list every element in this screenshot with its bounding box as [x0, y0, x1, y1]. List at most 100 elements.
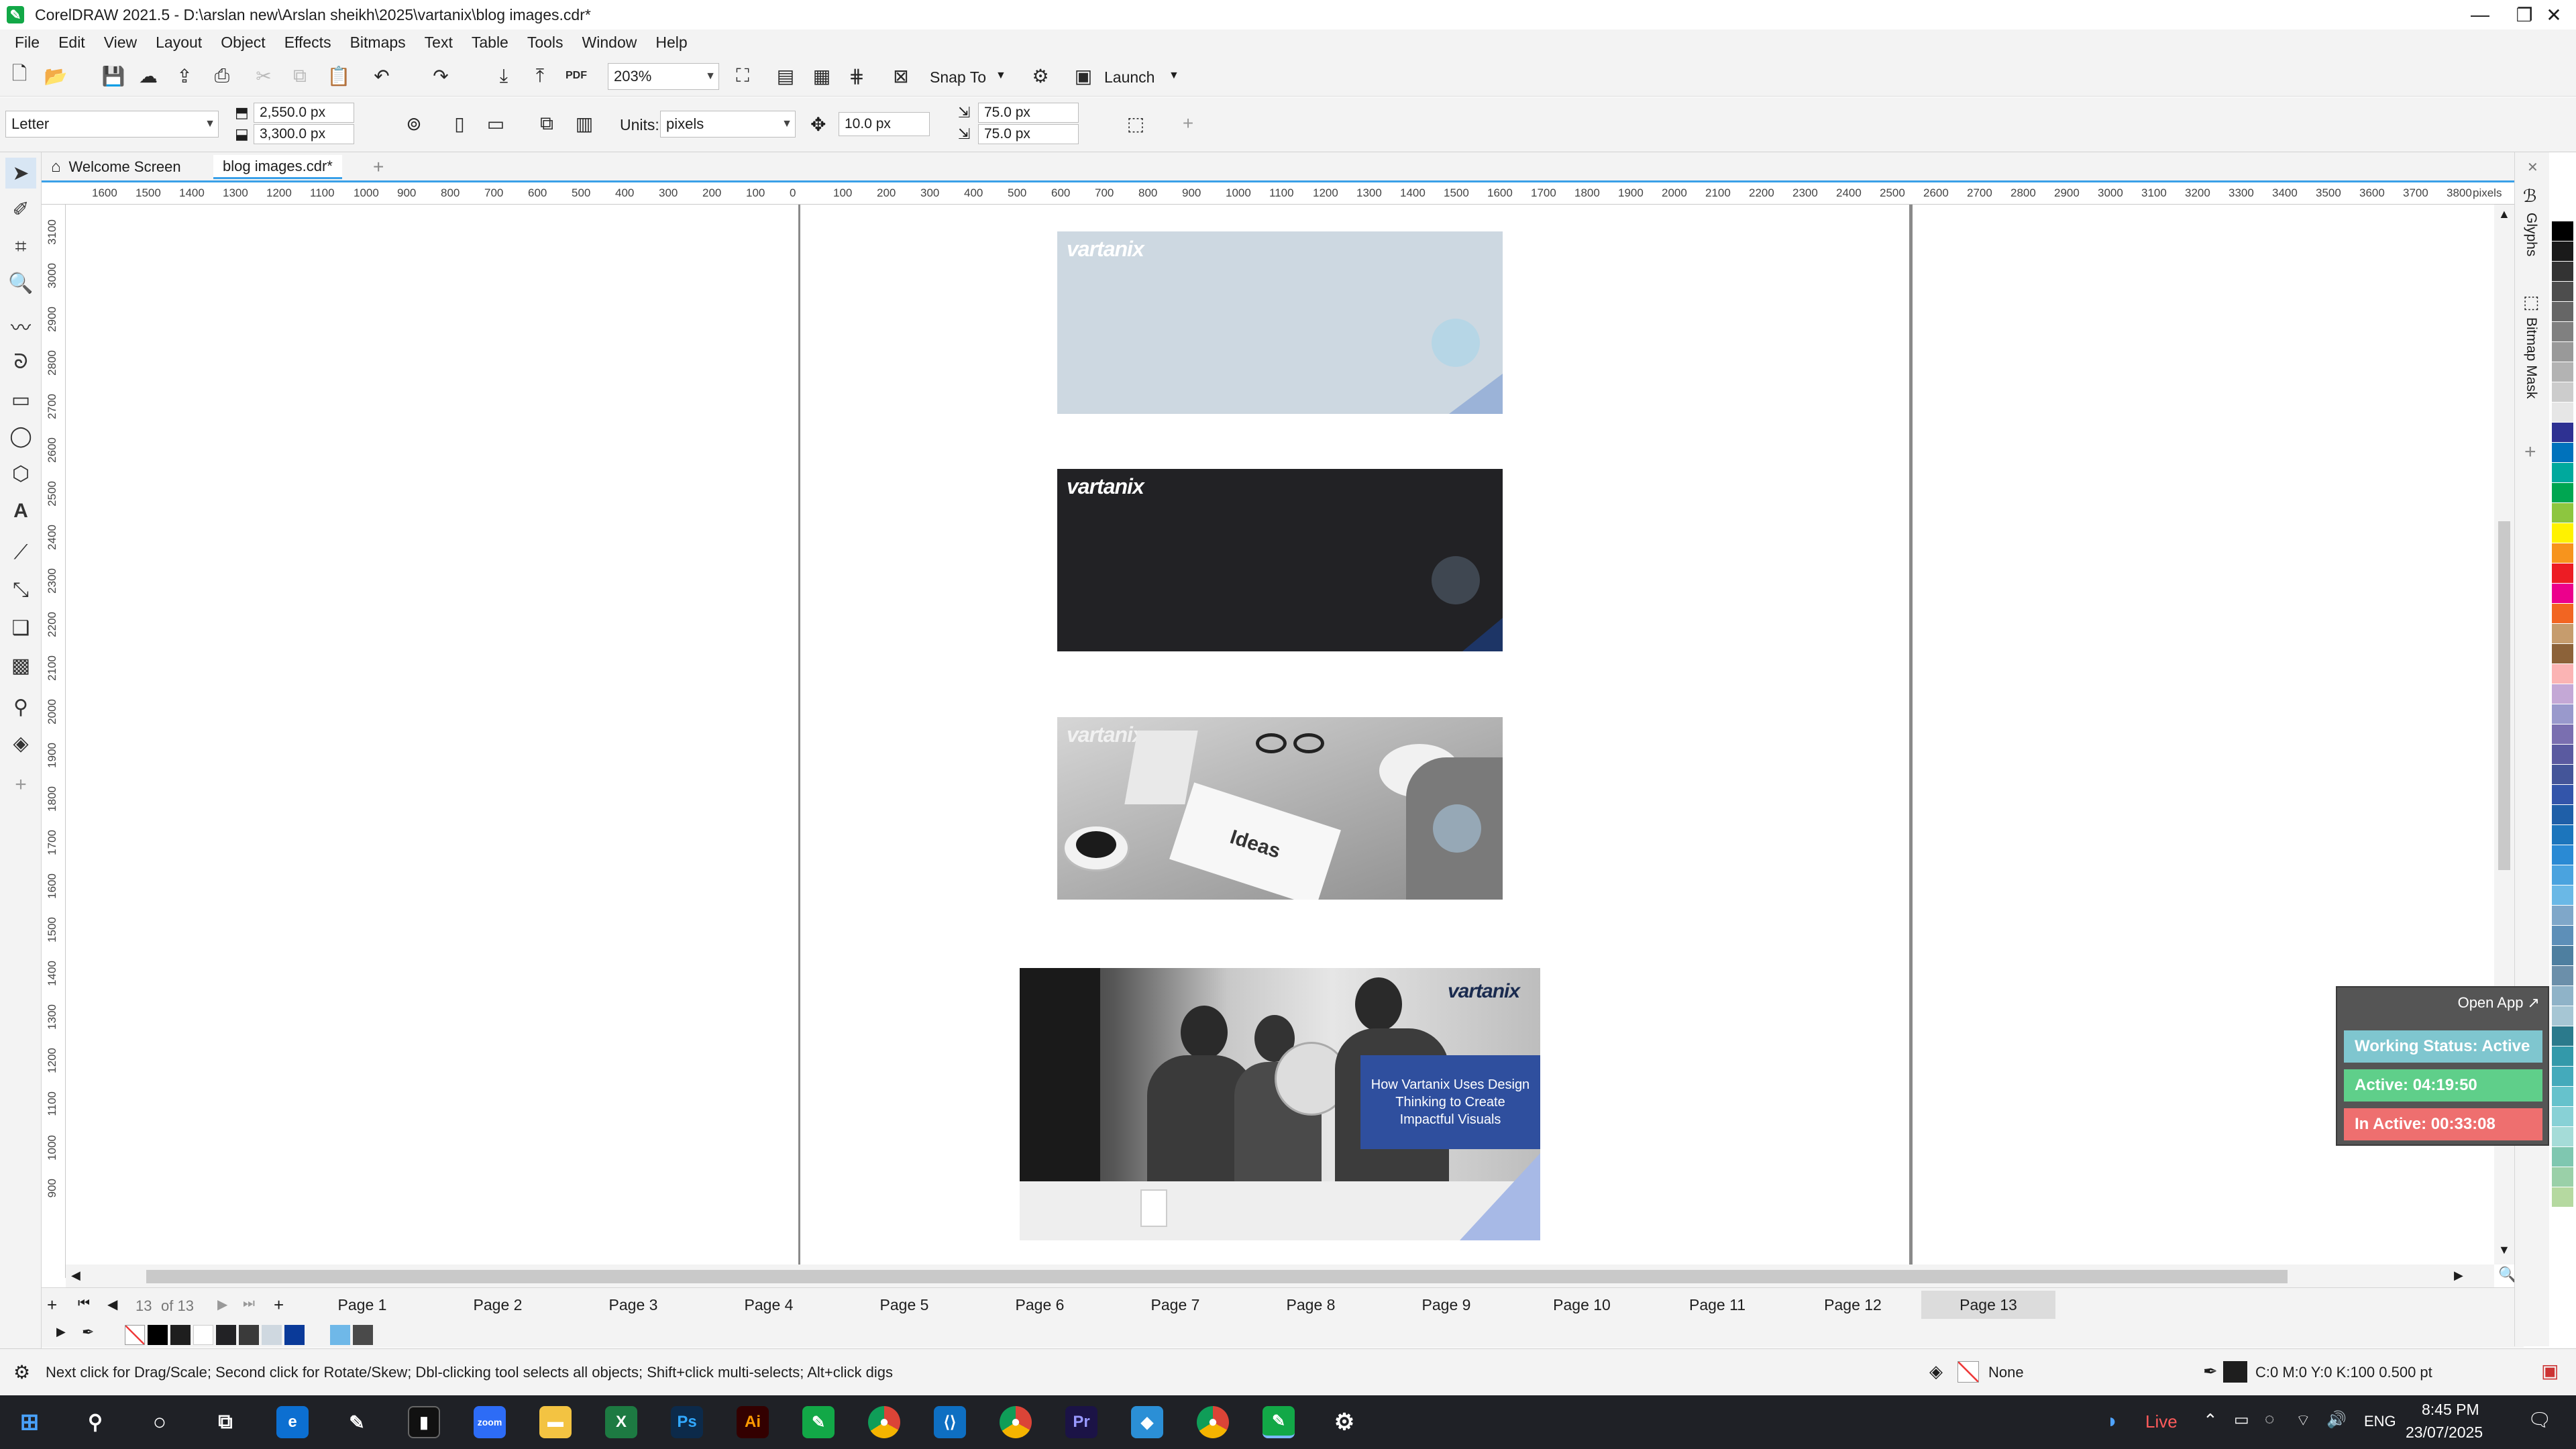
zoom-app-icon[interactable]: zoom: [474, 1406, 506, 1438]
palette-swatch[interactable]: [2552, 684, 2573, 704]
palette-swatch[interactable]: [2552, 564, 2573, 584]
chevron-down-icon[interactable]: ▼: [1169, 70, 1179, 82]
palette-swatch[interactable]: [2552, 423, 2573, 443]
palette-swatch[interactable]: [2552, 1147, 2573, 1167]
settings-icon[interactable]: ⚙: [1328, 1406, 1360, 1438]
bitmap-mask-icon[interactable]: ⬚: [2523, 292, 2540, 313]
fill-icon[interactable]: ◈: [1929, 1361, 1943, 1382]
artistic-media-tool-icon[interactable]: ᘐ: [5, 347, 36, 378]
palette-swatch[interactable]: [2552, 1127, 2573, 1147]
palette-swatch[interactable]: [2552, 443, 2573, 463]
scroll-left-icon[interactable]: ◀: [71, 1269, 80, 1283]
add-page-start-button[interactable]: +: [47, 1295, 57, 1316]
close-docker-icon[interactable]: ✕: [2527, 159, 2538, 176]
menu-window[interactable]: Window: [582, 34, 637, 52]
page-tab-3[interactable]: Page 3: [566, 1291, 700, 1319]
scroll-up-icon[interactable]: ▲: [2498, 207, 2510, 221]
ellipse-tool-icon[interactable]: ◯: [5, 421, 36, 451]
page-tab-5[interactable]: Page 5: [837, 1291, 971, 1319]
cloud-upload-icon[interactable]: ⇪: [170, 62, 199, 90]
menu-file[interactable]: File: [15, 34, 40, 52]
add-icon[interactable]: +: [1174, 109, 1202, 138]
import-icon[interactable]: ⤓: [490, 62, 518, 90]
swatch-light-gray[interactable]: [262, 1325, 282, 1345]
page-tab-12[interactable]: Page 12: [1786, 1291, 1920, 1319]
landscape-icon[interactable]: ▭: [482, 109, 510, 138]
cloud-open-icon[interactable]: ☁: [134, 62, 162, 90]
tab-blog-images[interactable]: blog images.cdr*: [213, 155, 342, 179]
next-page-icon[interactable]: ▶: [217, 1296, 227, 1313]
menu-layout[interactable]: Layout: [156, 34, 202, 52]
add-tool-icon[interactable]: +: [5, 769, 36, 800]
units-dropdown[interactable]: pixels ▼: [660, 111, 796, 138]
menu-object[interactable]: Object: [221, 34, 265, 52]
bitmap-mask-docker-tab[interactable]: Bitmap Mask: [2523, 317, 2539, 398]
pen-icon[interactable]: ✎: [341, 1406, 373, 1438]
palette-swatch[interactable]: [2552, 201, 2573, 221]
launch-dropdown[interactable]: Launch: [1104, 68, 1155, 87]
live-label[interactable]: Live: [2145, 1411, 2178, 1432]
palette-swatch[interactable]: [2552, 745, 2573, 765]
palette-swatch[interactable]: [2552, 785, 2573, 805]
coreldraw-active-icon[interactable]: ✎: [1263, 1406, 1295, 1438]
palette-swatch[interactable]: [2552, 986, 2573, 1006]
color-proof-icon[interactable]: ▣: [2541, 1360, 2559, 1382]
drawing-canvas[interactable]: vartanix vartanix vartanix Ideas vartani…: [66, 205, 2494, 1265]
palette-swatch[interactable]: [2552, 302, 2573, 322]
tab-welcome-screen[interactable]: ⌂ Welcome Screen: [42, 155, 191, 179]
duplicate-distance-x-field[interactable]: 75.0 px: [978, 103, 1079, 123]
language-indicator[interactable]: ENG: [2364, 1413, 2396, 1430]
light-banner-image[interactable]: vartanix: [1057, 231, 1503, 414]
palette-swatch[interactable]: [2552, 1087, 2573, 1107]
palette-swatch[interactable]: [2552, 382, 2573, 402]
export-icon[interactable]: ⤒: [526, 62, 554, 90]
clock-date[interactable]: 23/07/2025: [2406, 1424, 2483, 1442]
volume-icon[interactable]: 🔊: [2326, 1410, 2347, 1430]
add-docker-icon[interactable]: +: [2524, 441, 2536, 464]
vpn-app-icon[interactable]: ◆: [1131, 1406, 1163, 1438]
palette-swatch[interactable]: [2552, 463, 2573, 483]
menu-help[interactable]: Help: [655, 34, 687, 52]
copy-icon[interactable]: ⧉: [286, 62, 314, 90]
eyedropper-icon[interactable]: ✒: [82, 1324, 94, 1341]
menu-text[interactable]: Text: [425, 34, 453, 52]
task-view-icon[interactable]: ⧉: [209, 1406, 241, 1438]
nudge-distance-field[interactable]: 10.0 px: [839, 112, 930, 136]
palette-swatch[interactable]: [2552, 1026, 2573, 1046]
palette-swatch[interactable]: [2552, 926, 2573, 946]
photoshop-icon[interactable]: Ps: [671, 1406, 703, 1438]
fill-swatch[interactable]: [1957, 1361, 1979, 1383]
print-icon[interactable]: ⎙: [208, 62, 236, 90]
palette-swatch[interactable]: [2552, 262, 2573, 282]
polygon-tool-icon[interactable]: ⬡: [5, 458, 36, 489]
palette-swatch[interactable]: [2552, 1187, 2573, 1208]
paste-icon[interactable]: 📋: [325, 62, 353, 90]
scroll-down-icon[interactable]: ▼: [2498, 1243, 2510, 1257]
guidelines-icon[interactable]: ⋕: [843, 62, 871, 90]
page-tab-7[interactable]: Page 7: [1108, 1291, 1242, 1319]
palette-swatch[interactable]: [2552, 704, 2573, 724]
redo-icon[interactable]: ↷: [427, 62, 455, 90]
pick-tool-icon[interactable]: ➤: [5, 158, 36, 189]
swatch-dark[interactable]: [170, 1325, 191, 1345]
text-tool-icon[interactable]: A: [5, 496, 36, 527]
snap-off-icon[interactable]: ⊠: [887, 62, 915, 90]
interactive-fill-tool-icon[interactable]: ◈: [5, 728, 36, 759]
premiere-icon[interactable]: Pr: [1065, 1406, 1097, 1438]
live-icon[interactable]: ◗: [2106, 1410, 2118, 1433]
current-page-icon[interactable]: ▥: [570, 109, 598, 138]
zoom-tool-icon[interactable]: 🔍: [5, 268, 36, 299]
portrait-icon[interactable]: ▯: [445, 109, 474, 138]
minimize-button[interactable]: —: [2458, 0, 2502, 30]
page-tab-10[interactable]: Page 10: [1515, 1291, 1649, 1319]
last-page-icon[interactable]: ⏭: [243, 1296, 255, 1311]
close-button[interactable]: ✕: [2532, 0, 2576, 30]
no-color-swatch[interactable]: [125, 1325, 145, 1345]
network-icon[interactable]: ◌: [2265, 1410, 2274, 1429]
chrome-window-icon[interactable]: ●: [1197, 1406, 1229, 1438]
palette-swatch[interactable]: [2552, 946, 2573, 966]
file-explorer-icon[interactable]: ▬: [539, 1406, 572, 1438]
palette-swatch[interactable]: [2552, 241, 2573, 262]
all-pages-icon[interactable]: ⧉: [533, 109, 561, 138]
palette-swatch[interactable]: [2552, 1067, 2573, 1087]
